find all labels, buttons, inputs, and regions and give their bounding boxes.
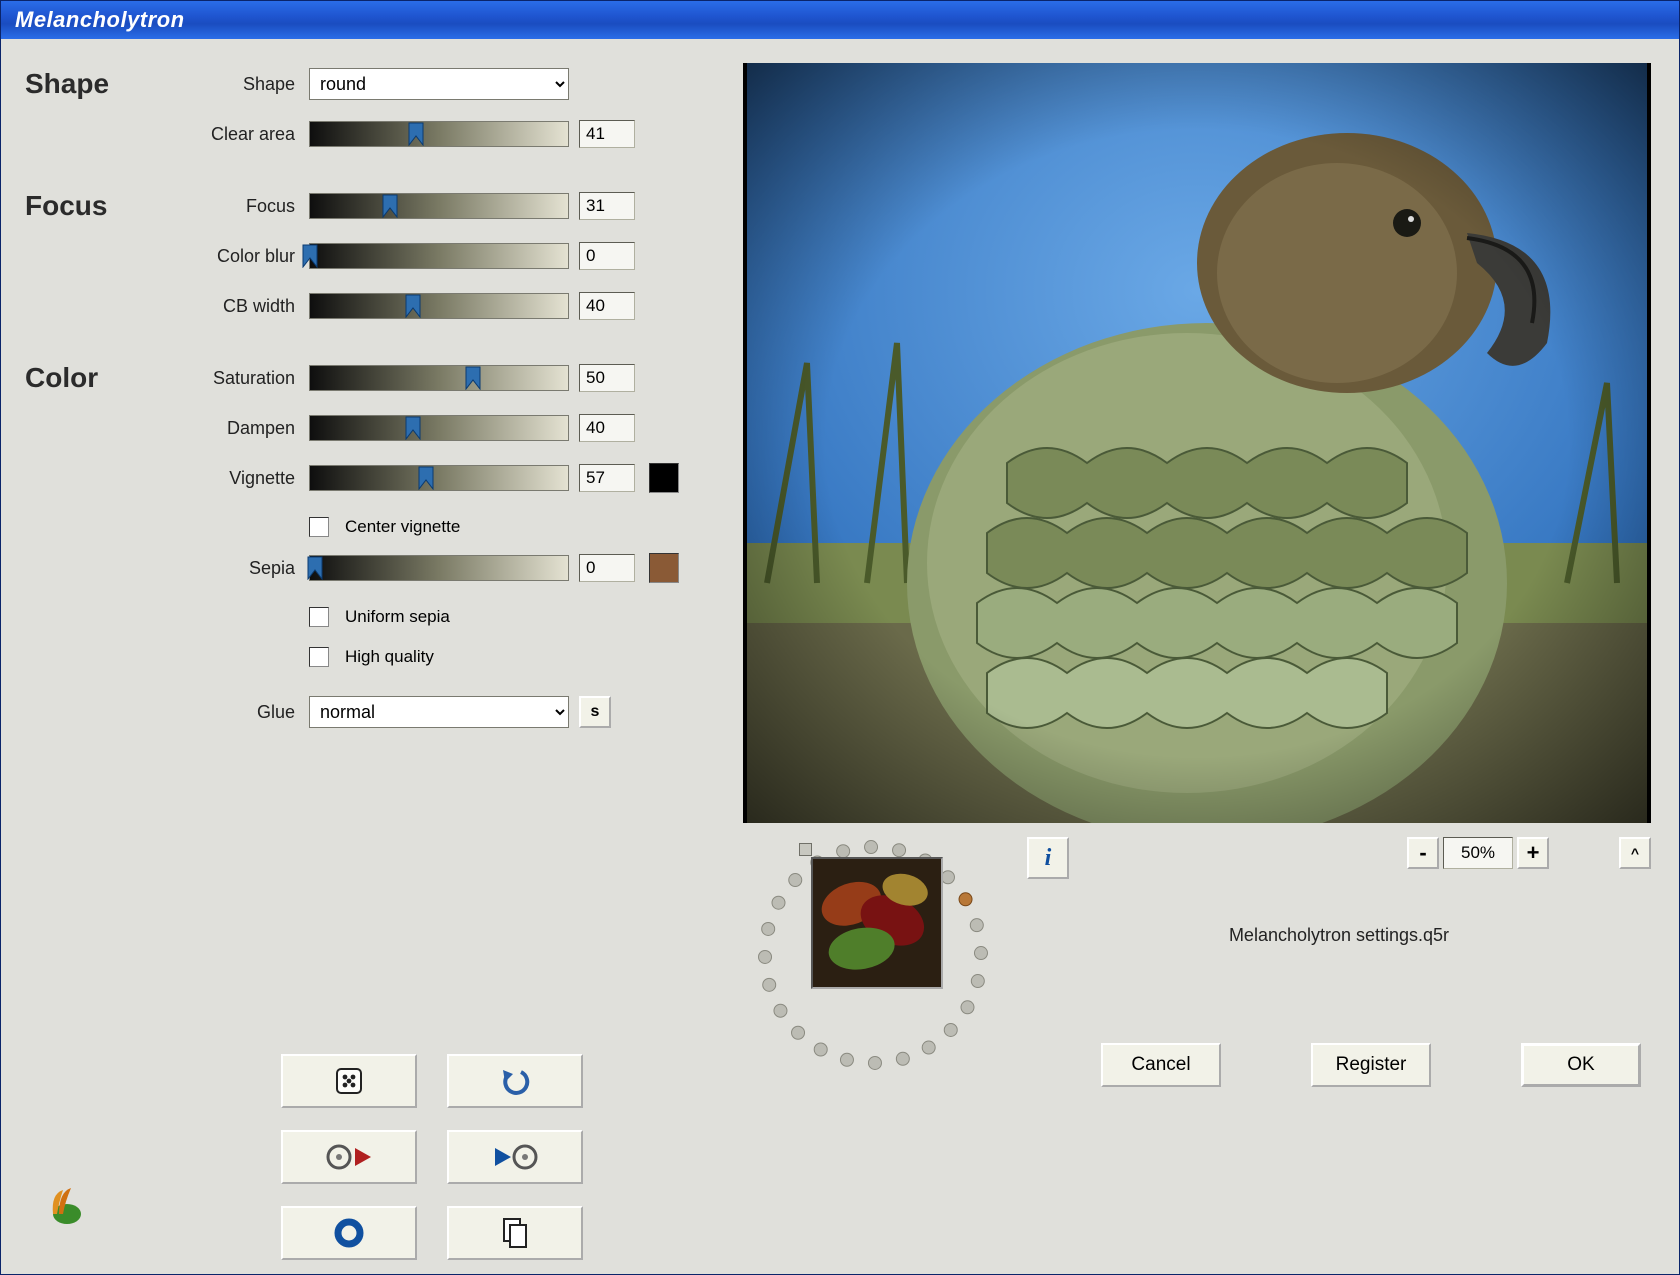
undo-button[interactable] bbox=[447, 1054, 583, 1108]
preset-dot[interactable] bbox=[772, 896, 785, 909]
dampen-label: Dampen bbox=[173, 418, 309, 439]
glue-combo[interactable]: normal bbox=[309, 696, 569, 728]
preset-dot[interactable] bbox=[971, 975, 984, 988]
preset-dot[interactable] bbox=[792, 1026, 805, 1039]
clear-area-slider[interactable] bbox=[309, 121, 569, 147]
uniform-sepia-checkbox[interactable] bbox=[309, 607, 329, 627]
preset-dot[interactable] bbox=[896, 1052, 909, 1065]
zoom-display: 50% bbox=[1443, 837, 1513, 869]
preset-dot[interactable] bbox=[774, 1004, 787, 1017]
focus-value[interactable] bbox=[579, 192, 635, 220]
sepia-slider[interactable] bbox=[309, 555, 569, 581]
preset-ring bbox=[743, 837, 1003, 1087]
preset-dot[interactable] bbox=[789, 874, 802, 887]
color-blur-slider[interactable] bbox=[309, 243, 569, 269]
shape-heading: Shape bbox=[25, 68, 109, 99]
preset-dot[interactable] bbox=[814, 1043, 827, 1056]
zoom-in-button[interactable]: + bbox=[1517, 837, 1549, 869]
preset-dot[interactable] bbox=[868, 1056, 881, 1069]
play-disc-icon bbox=[491, 1142, 539, 1172]
uniform-sepia-label: Uniform sepia bbox=[345, 607, 450, 627]
clear-area-label: Clear area bbox=[173, 124, 309, 145]
preset-dot[interactable] bbox=[944, 1023, 957, 1036]
zoom-out-button[interactable]: - bbox=[1407, 837, 1439, 869]
preview-panel: i - 50% + ^ Melancholytron settings.q5r … bbox=[743, 63, 1651, 1260]
sepia-label: Sepia bbox=[173, 558, 309, 579]
saturation-label: Saturation bbox=[173, 368, 309, 389]
cancel-button[interactable]: Cancel bbox=[1101, 1043, 1221, 1087]
info-icon: i bbox=[1045, 845, 1052, 872]
load-preset-button[interactable] bbox=[281, 1130, 417, 1184]
undo-icon bbox=[497, 1064, 533, 1098]
saturation-slider[interactable] bbox=[309, 365, 569, 391]
dampen-slider[interactable] bbox=[309, 415, 569, 441]
preset-dot[interactable] bbox=[941, 871, 954, 884]
app-icon bbox=[45, 1184, 87, 1226]
register-button[interactable]: Register bbox=[1311, 1043, 1431, 1087]
preset-dot[interactable] bbox=[763, 978, 776, 991]
shape-combo[interactable]: round bbox=[309, 68, 569, 100]
color-blur-value[interactable] bbox=[579, 242, 635, 270]
high-quality-label: High quality bbox=[345, 647, 434, 667]
center-vignette-checkbox[interactable] bbox=[309, 517, 329, 537]
preview-image[interactable] bbox=[743, 63, 1651, 823]
settings-filename: Melancholytron settings.q5r bbox=[1027, 925, 1651, 946]
ring-icon bbox=[333, 1217, 365, 1249]
collapse-button[interactable]: ^ bbox=[1619, 837, 1651, 869]
dampen-value[interactable] bbox=[579, 414, 635, 442]
record-button[interactable] bbox=[281, 1206, 417, 1260]
dialog-window: Melancholytron Shape Shape round Clear a… bbox=[0, 0, 1680, 1275]
preset-dot[interactable] bbox=[865, 841, 878, 854]
clear-area-value[interactable] bbox=[579, 120, 635, 148]
focus-slider[interactable] bbox=[309, 193, 569, 219]
cb-width-slider[interactable] bbox=[309, 293, 569, 319]
randomize-button[interactable] bbox=[281, 1054, 417, 1108]
cb-width-value[interactable] bbox=[579, 292, 635, 320]
titlebar: Melancholytron bbox=[1, 1, 1679, 39]
preset-dot[interactable] bbox=[922, 1041, 935, 1054]
preset-dot[interactable] bbox=[974, 947, 987, 960]
preset-thumbnail[interactable] bbox=[811, 857, 943, 989]
dice-icon bbox=[331, 1063, 367, 1099]
copy-icon bbox=[499, 1216, 531, 1250]
color-blur-label: Color blur bbox=[173, 246, 309, 267]
vignette-slider[interactable] bbox=[309, 465, 569, 491]
ok-button[interactable]: OK bbox=[1521, 1043, 1641, 1087]
high-quality-checkbox[interactable] bbox=[309, 647, 329, 667]
vignette-color-swatch[interactable] bbox=[649, 463, 679, 493]
sepia-color-swatch[interactable] bbox=[649, 553, 679, 583]
leaves-thumbnail-icon bbox=[813, 859, 941, 987]
controls-panel: Shape Shape round Clear area Focus bbox=[25, 63, 717, 1260]
info-button[interactable]: i bbox=[1027, 837, 1069, 879]
ring-anchor-icon bbox=[799, 843, 812, 856]
preset-dot[interactable] bbox=[961, 1001, 974, 1014]
preset-dot[interactable] bbox=[970, 919, 983, 932]
sepia-value[interactable] bbox=[579, 554, 635, 582]
glue-s-button[interactable]: s bbox=[579, 696, 611, 728]
shape-label: Shape bbox=[173, 74, 309, 95]
disc-play-icon bbox=[325, 1142, 373, 1172]
focus-heading: Focus bbox=[25, 190, 107, 221]
preset-dot[interactable] bbox=[837, 845, 850, 858]
preset-dot[interactable] bbox=[893, 844, 906, 857]
center-vignette-label: Center vignette bbox=[345, 517, 460, 537]
save-preset-button[interactable] bbox=[447, 1130, 583, 1184]
focus-label: Focus bbox=[173, 196, 309, 217]
bird-preview-icon bbox=[743, 63, 1651, 823]
preset-dot[interactable] bbox=[959, 893, 972, 906]
window-title: Melancholytron bbox=[15, 7, 185, 33]
preset-dot[interactable] bbox=[762, 922, 775, 935]
cb-width-label: CB width bbox=[173, 296, 309, 317]
preset-dot[interactable] bbox=[840, 1053, 853, 1066]
vignette-label: Vignette bbox=[173, 468, 309, 489]
copy-button[interactable] bbox=[447, 1206, 583, 1260]
color-heading: Color bbox=[25, 362, 98, 393]
glue-label: Glue bbox=[173, 702, 309, 723]
vignette-value[interactable] bbox=[579, 464, 635, 492]
preset-dot[interactable] bbox=[759, 950, 772, 963]
saturation-value[interactable] bbox=[579, 364, 635, 392]
